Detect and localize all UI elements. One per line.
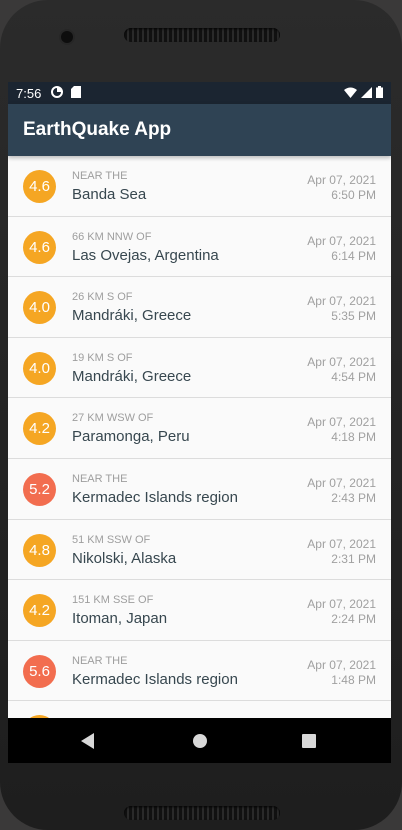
status-bar: 7:56	[8, 82, 391, 104]
recents-icon	[302, 733, 316, 748]
primary-location: Paramonga, Peru	[72, 428, 190, 446]
status-right-icons	[344, 85, 383, 101]
primary-location: Banda Sea	[72, 186, 147, 203]
status-time: 7:56	[16, 85, 42, 101]
earthquake-list-item[interactable]	[8, 701, 391, 718]
magnitude-badge: 5.2	[23, 472, 56, 506]
battery-icon	[376, 85, 383, 101]
wifi-icon	[344, 86, 357, 101]
quake-date: Apr 07, 2021	[307, 536, 376, 551]
magnitude-badge: 5.6	[23, 654, 56, 688]
primary-location: Las Ovejas, Argentina	[72, 246, 219, 264]
primary-location: Kermadec Islands region	[72, 488, 238, 506]
quake-time: 6:50 PM	[331, 188, 376, 202]
earthquake-list-item[interactable]: 4.6 66 KM NNW OF Las Ovejas, Argentina A…	[8, 216, 391, 278]
quake-date: Apr 07, 2021	[307, 657, 376, 672]
earthquake-list-item[interactable]: 4.0 19 KM S OF Mandráki, Greece Apr 07, …	[8, 337, 391, 399]
magnitude-badge: 4.8	[23, 533, 56, 567]
back-icon	[81, 732, 94, 749]
phone-frame: 7:56 EarthQuake App 4.6 NEAR THE Banda S…	[0, 0, 402, 830]
magnitude-badge: 4.0	[23, 351, 56, 385]
location-offset: 66 KM NNW OF	[72, 230, 152, 243]
home-icon	[193, 733, 207, 748]
data-saver-icon	[51, 85, 64, 101]
earthquake-list-item[interactable]: 4.2 151 KM SSE OF Itoman, Japan Apr 07, …	[8, 580, 391, 641]
earthquake-list-item[interactable]: 5.6 NEAR THE Kermadec Islands region Apr…	[8, 640, 391, 702]
magnitude-badge: 4.0	[23, 291, 56, 325]
quake-time: 4:54 PM	[331, 369, 376, 384]
quake-time: 2:24 PM	[331, 612, 376, 627]
location-offset: 27 KM WSW OF	[72, 412, 154, 425]
home-button[interactable]	[180, 718, 220, 763]
location-offset: 51 KM SSW OF	[72, 533, 151, 546]
screen: 7:56 EarthQuake App 4.6 NEAR THE Banda S…	[8, 82, 391, 763]
earthquake-list-item[interactable]: 4.8 51 KM SSW OF Nikolski, Alaska Apr 07…	[8, 519, 391, 581]
navigation-bar	[8, 718, 391, 763]
quake-date: Apr 07, 2021	[307, 354, 376, 369]
quake-date: Apr 07, 2021	[307, 415, 376, 430]
earthquake-list-item[interactable]: 4.6 NEAR THE Banda Sea Apr 07, 2021 6:50…	[8, 156, 391, 217]
app-title: EarthQuake App	[23, 119, 172, 140]
app-bar: EarthQuake App	[8, 104, 391, 156]
location-offset: 151 KM SSE OF	[72, 594, 154, 607]
quake-time: 4:18 PM	[331, 430, 376, 445]
back-button[interactable]	[68, 718, 108, 763]
quake-date: Apr 07, 2021	[307, 475, 376, 490]
location-offset: NEAR THE	[72, 472, 128, 485]
primary-location: Itoman, Japan	[72, 610, 168, 628]
primary-location: Kermadec Islands region	[72, 670, 238, 688]
primary-location: Nikolski, Alaska	[72, 549, 177, 567]
magnitude-badge: 4.6	[23, 170, 56, 203]
earthquake-list[interactable]: 4.6 NEAR THE Banda Sea Apr 07, 2021 6:50…	[8, 156, 391, 718]
primary-location: Mandráki, Greece	[72, 307, 192, 325]
location-offset: NEAR THE	[72, 170, 128, 182]
signal-icon	[361, 86, 372, 101]
quake-time: 2:43 PM	[331, 490, 376, 505]
sd-card-icon	[71, 85, 82, 101]
bottom-speaker-grille	[124, 806, 280, 820]
quake-time: 6:14 PM	[331, 248, 376, 263]
quake-date: Apr 07, 2021	[307, 294, 376, 309]
front-camera	[61, 31, 73, 43]
earthquake-list-item[interactable]: 4.0 26 KM S OF Mandráki, Greece Apr 07, …	[8, 277, 391, 338]
location-offset: NEAR THE	[72, 654, 128, 667]
quake-time: 1:48 PM	[331, 672, 376, 687]
earthquake-list-item[interactable]: 4.2 27 KM WSW OF Paramonga, Peru Apr 07,…	[8, 398, 391, 459]
magnitude-badge: 4.2	[23, 594, 56, 628]
magnitude-badge: 4.6	[23, 230, 56, 264]
magnitude-badge: 4.2	[23, 412, 56, 446]
primary-location: Mandráki, Greece	[72, 367, 192, 385]
quake-time: 5:35 PM	[331, 309, 376, 324]
quake-date: Apr 07, 2021	[307, 233, 376, 248]
location-offset: 19 KM S OF	[72, 351, 133, 364]
top-speaker-grille	[124, 28, 280, 42]
quake-date: Apr 07, 2021	[307, 597, 376, 612]
recents-button[interactable]	[289, 718, 329, 763]
quake-time: 2:31 PM	[331, 551, 376, 566]
location-offset: 26 KM S OF	[72, 291, 133, 304]
quake-date: Apr 07, 2021	[307, 173, 376, 187]
earthquake-list-item[interactable]: 5.2 NEAR THE Kermadec Islands region Apr…	[8, 458, 391, 520]
